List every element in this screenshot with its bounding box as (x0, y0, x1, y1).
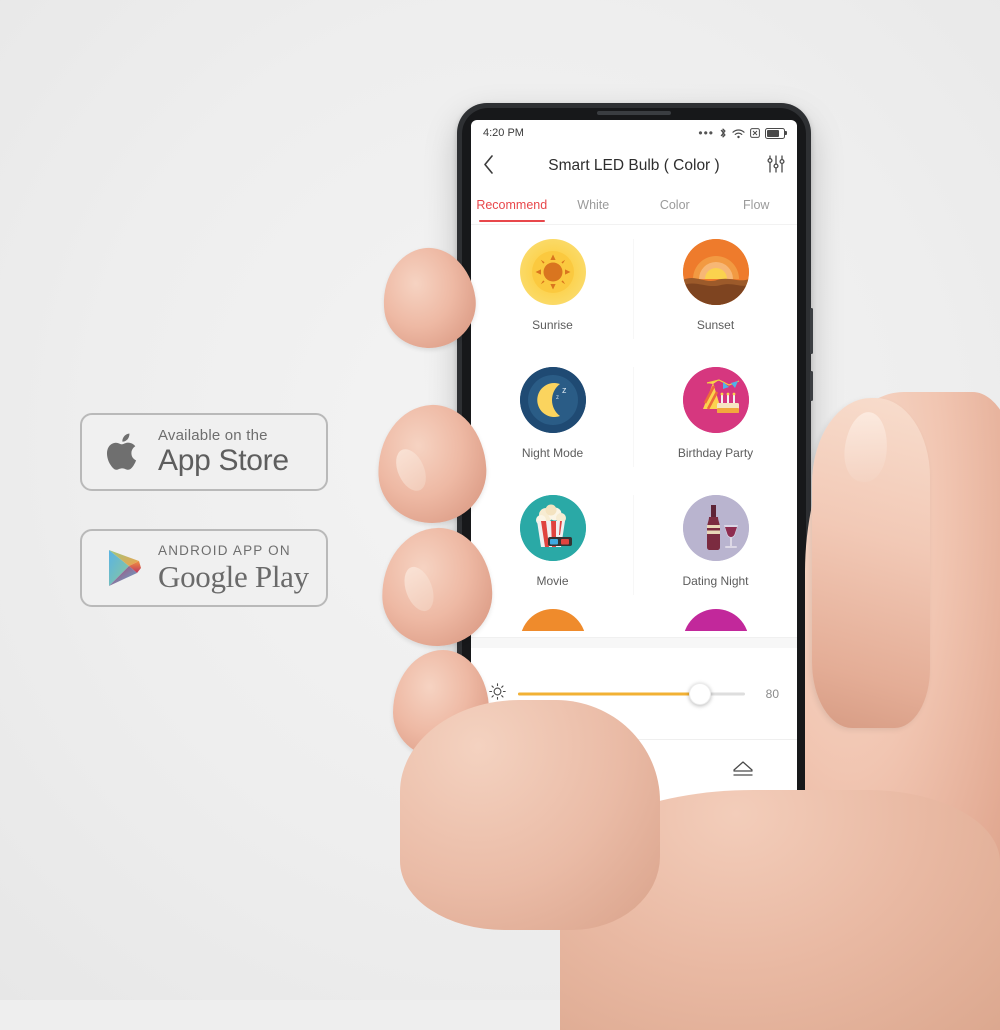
scene-label: Birthday Party (677, 446, 754, 460)
sunset-icon (682, 239, 749, 305)
phone-screen: 4:20 PM ••• Smart LED Bulb (Color) Rec… (471, 120, 797, 802)
tab-label: Recommend (476, 198, 548, 212)
status-icons: ••• (698, 126, 787, 140)
scene-label: Night Mode (521, 446, 584, 460)
app-bar: Smart LED Bulb ( Color ) (471, 146, 797, 186)
brightness-value: 80 (765, 686, 779, 701)
scene-item-sunrise[interactable]: Sunrise (471, 225, 634, 353)
bluetooth-icon (719, 127, 727, 139)
star-plus-icon (621, 756, 647, 787)
sunrise-icon (519, 239, 586, 305)
google-play-main-line: Google Play (158, 558, 309, 594)
scene-item-birthday-party[interactable]: Birthday Party (634, 353, 797, 481)
scene-grid: Sunrise Sunset z z Night Mode Birthday P… (471, 225, 797, 609)
silent-mode-icon (750, 128, 760, 138)
google-play-badge[interactable]: ANDROID APP ON Google Play (80, 529, 328, 607)
google-play-top-line: ANDROID APP ON (158, 543, 291, 559)
scene-label: Sunset (696, 318, 735, 332)
eject-icon (730, 758, 756, 785)
front-camera (774, 822, 782, 830)
scene-list[interactable]: Sunrise Sunset z z Night Mode Birthday P… (471, 225, 797, 637)
thumb (812, 398, 930, 728)
scene-item-movie[interactable]: Movie (471, 481, 634, 609)
popcorn-icon (519, 495, 586, 561)
tab-label: Flow (743, 198, 770, 212)
finger-ring-nail (398, 562, 440, 616)
eject-button[interactable] (688, 758, 797, 785)
scene-icon (519, 609, 586, 631)
brightness-icon (489, 682, 506, 705)
svg-text:z: z (562, 385, 567, 395)
scene-item-partial-1[interactable] (471, 609, 634, 631)
battery-icon (765, 127, 787, 139)
settings-button[interactable] (759, 154, 785, 178)
wine-icon (682, 495, 749, 561)
status-time: 4:20 PM (483, 127, 524, 139)
palm (805, 392, 1000, 992)
status-bar: 4:20 PM ••• (471, 120, 797, 146)
tab-bar: Recommend White Color Flow (471, 186, 797, 224)
thumb-nail (841, 409, 891, 485)
sliders-icon (767, 154, 785, 178)
earpiece-speaker (597, 111, 671, 115)
power-button[interactable] (471, 757, 580, 786)
scene-label: Sunrise (532, 318, 573, 332)
scene-icon (682, 609, 749, 631)
tab-recommend[interactable]: Recommend (471, 186, 553, 224)
slider-thumb[interactable] (688, 682, 711, 705)
section-divider (471, 637, 797, 648)
scene-background: Available on the App Store ANDROID APP O… (0, 0, 1000, 1030)
scene-grid-partial (471, 609, 797, 631)
power-icon (513, 757, 537, 786)
apple-icon (96, 428, 154, 476)
scene-label: Dating Night (682, 574, 749, 588)
scene-item-sunset[interactable]: Sunset (634, 225, 797, 353)
tab-color[interactable]: Color (634, 186, 716, 224)
app-store-badge[interactable]: Available on the App Store (80, 413, 328, 491)
page-title: Smart LED Bulb ( Color ) (548, 157, 720, 174)
phone-body: 4:20 PM ••• Smart LED Bulb (Color) Rec… (462, 108, 806, 846)
slider-fill (518, 692, 700, 695)
tab-white[interactable]: White (553, 186, 635, 224)
tab-label: White (577, 198, 610, 212)
app-store-main-line: App Store (158, 444, 289, 477)
svg-text:z: z (556, 395, 559, 401)
moon-icon: z z (519, 367, 586, 433)
scene-item-dating-night[interactable]: Dating Night (634, 481, 797, 609)
google-play-icon (96, 544, 154, 592)
tab-flow[interactable]: Flow (716, 186, 798, 224)
power-side-button[interactable] (810, 308, 813, 354)
volume-side-button[interactable] (810, 371, 813, 401)
back-button[interactable] (483, 154, 509, 178)
app-store-top-line: Available on the (158, 427, 268, 444)
brightness-section: 80 (471, 648, 797, 740)
finger-middle-nail (390, 444, 432, 496)
scene-label: Movie (536, 574, 569, 588)
ellipsis-icon: ••• (698, 126, 714, 140)
store-badges: Available on the App Store ANDROID APP O… (80, 413, 340, 645)
favorite-button[interactable] (580, 756, 689, 787)
brightness-slider[interactable] (518, 682, 745, 705)
wifi-icon (732, 128, 745, 139)
tab-label: Color (659, 198, 690, 212)
party-icon (682, 367, 749, 433)
smartphone: 4:20 PM ••• Smart LED Bulb (Color) Rec… (457, 103, 813, 851)
bottom-action-bar (471, 740, 797, 802)
scene-item-partial-2[interactable] (634, 609, 797, 631)
scene-item-night-mode[interactable]: z z Night Mode (471, 353, 634, 481)
